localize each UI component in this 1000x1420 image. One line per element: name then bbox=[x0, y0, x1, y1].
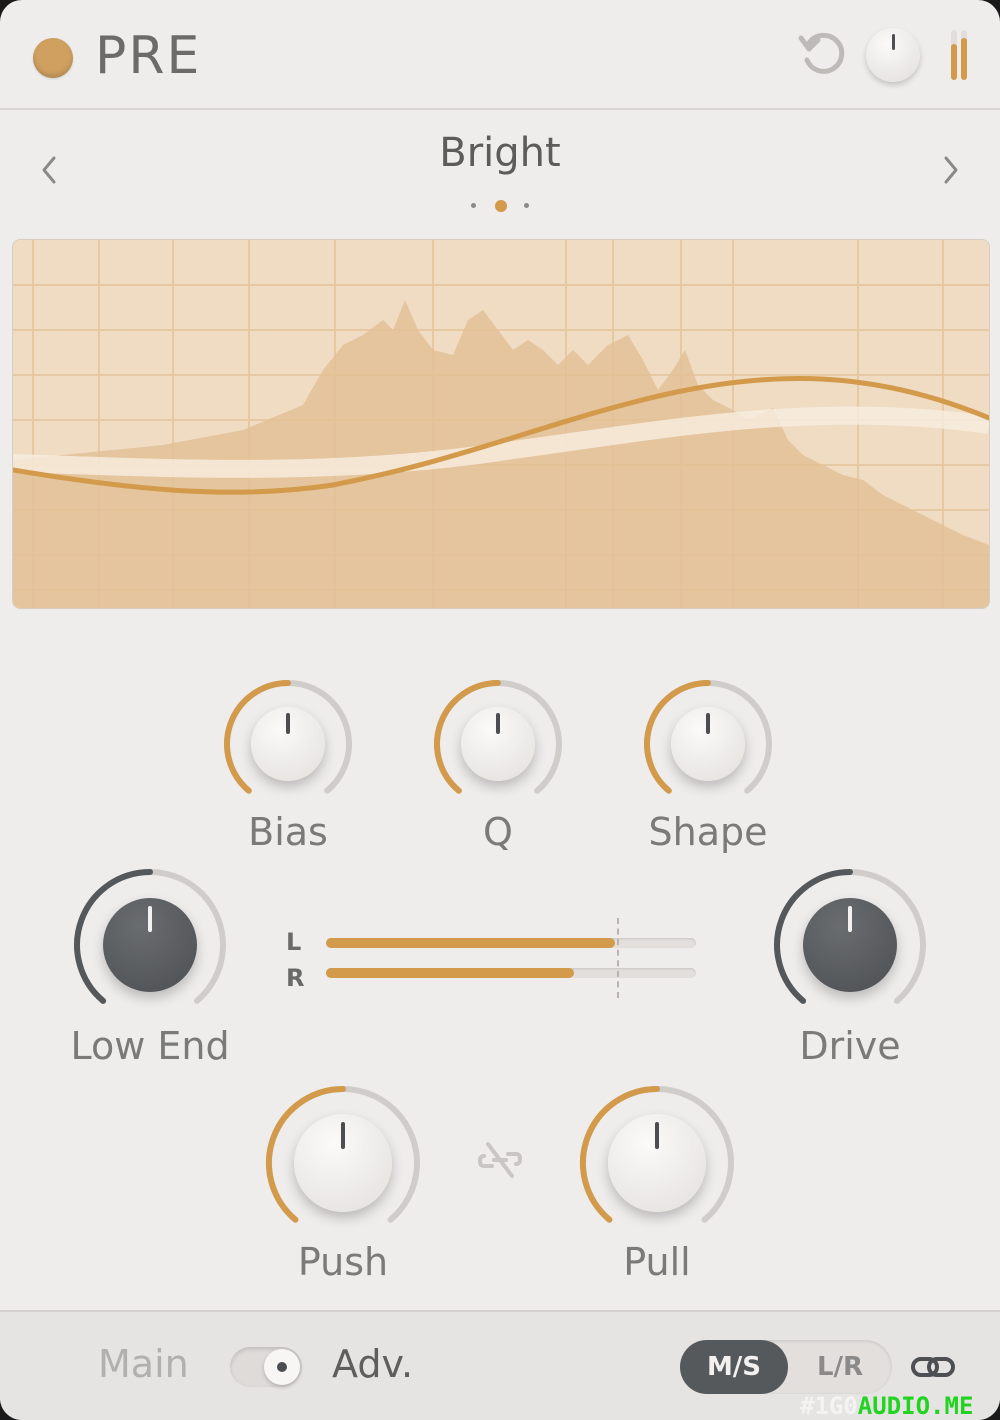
plugin-panel: PRE Bright L R Main Adv. M/S L/R #1G0AUD… bbox=[0, 0, 1000, 1420]
page-dot-active[interactable] bbox=[495, 200, 507, 212]
peak-marker bbox=[617, 918, 621, 998]
mode-ms-button[interactable]: M/S bbox=[680, 1340, 788, 1394]
unlink-icon[interactable] bbox=[476, 1140, 524, 1180]
eq-spectrum-display[interactable] bbox=[12, 239, 990, 609]
bias-label: Bias bbox=[248, 810, 328, 854]
bias-knob-cap[interactable] bbox=[251, 707, 325, 781]
low-end-knob[interactable] bbox=[72, 867, 228, 1023]
q-knob-cap[interactable] bbox=[461, 707, 535, 781]
push-knob[interactable] bbox=[264, 1084, 422, 1242]
q-knob[interactable] bbox=[432, 678, 564, 810]
q-label: Q bbox=[483, 810, 513, 854]
bias-knob-indicator bbox=[286, 712, 290, 734]
low-end-label: Low End bbox=[70, 1024, 230, 1068]
mode-lr-button[interactable]: L/R bbox=[788, 1340, 892, 1394]
low-end-knob-indicator bbox=[148, 905, 152, 932]
page-dot[interactable] bbox=[524, 203, 529, 208]
advanced-view-tab[interactable]: Adv. bbox=[332, 1342, 413, 1386]
bias-knob[interactable] bbox=[222, 678, 354, 810]
push-knob-cap[interactable] bbox=[294, 1114, 392, 1212]
link-icon[interactable] bbox=[910, 1350, 956, 1384]
header-bar: PRE bbox=[0, 0, 1000, 110]
chevron-right-icon[interactable] bbox=[936, 150, 966, 190]
main-view-tab[interactable]: Main bbox=[98, 1342, 189, 1386]
mix-knob[interactable] bbox=[866, 28, 920, 82]
drive-knob-cap[interactable] bbox=[803, 898, 897, 992]
chevron-left-icon[interactable] bbox=[34, 150, 64, 190]
output-meter-icon[interactable] bbox=[950, 30, 968, 80]
shape-label: Shape bbox=[648, 810, 768, 854]
plugin-title: PRE bbox=[95, 26, 202, 86]
pull-knob[interactable] bbox=[578, 1084, 736, 1242]
meter-left-label: L bbox=[286, 928, 302, 956]
pull-knob-indicator bbox=[655, 1121, 659, 1150]
meter-right-label: R bbox=[286, 964, 305, 992]
meter-left-track bbox=[326, 938, 696, 948]
meter-right-fill bbox=[326, 968, 574, 978]
stereo-mode-selector: M/S L/R bbox=[680, 1340, 892, 1394]
undo-icon[interactable] bbox=[798, 30, 848, 80]
preset-name[interactable]: Bright bbox=[300, 130, 700, 176]
shape-knob[interactable] bbox=[642, 678, 774, 810]
push-knob-indicator bbox=[341, 1121, 345, 1150]
level-meter: L R bbox=[286, 918, 706, 998]
meter-right-track bbox=[326, 968, 696, 978]
drive-knob[interactable] bbox=[772, 867, 928, 1023]
meter-left-fill bbox=[326, 938, 615, 948]
pull-label: Pull bbox=[623, 1240, 691, 1284]
watermark: #1G0AUDIO.ME bbox=[800, 1392, 974, 1420]
low-end-knob-cap[interactable] bbox=[103, 898, 197, 992]
drive-knob-indicator bbox=[848, 905, 852, 932]
drive-label: Drive bbox=[799, 1024, 901, 1068]
shape-knob-cap[interactable] bbox=[671, 707, 745, 781]
preset-page-dots bbox=[466, 198, 536, 214]
power-button[interactable] bbox=[33, 38, 73, 78]
push-label: Push bbox=[297, 1240, 389, 1284]
pull-knob-cap[interactable] bbox=[608, 1114, 706, 1212]
shape-knob-indicator bbox=[706, 712, 710, 734]
q-knob-indicator bbox=[496, 712, 500, 734]
page-dot[interactable] bbox=[471, 203, 476, 208]
view-toggle[interactable] bbox=[230, 1347, 302, 1387]
